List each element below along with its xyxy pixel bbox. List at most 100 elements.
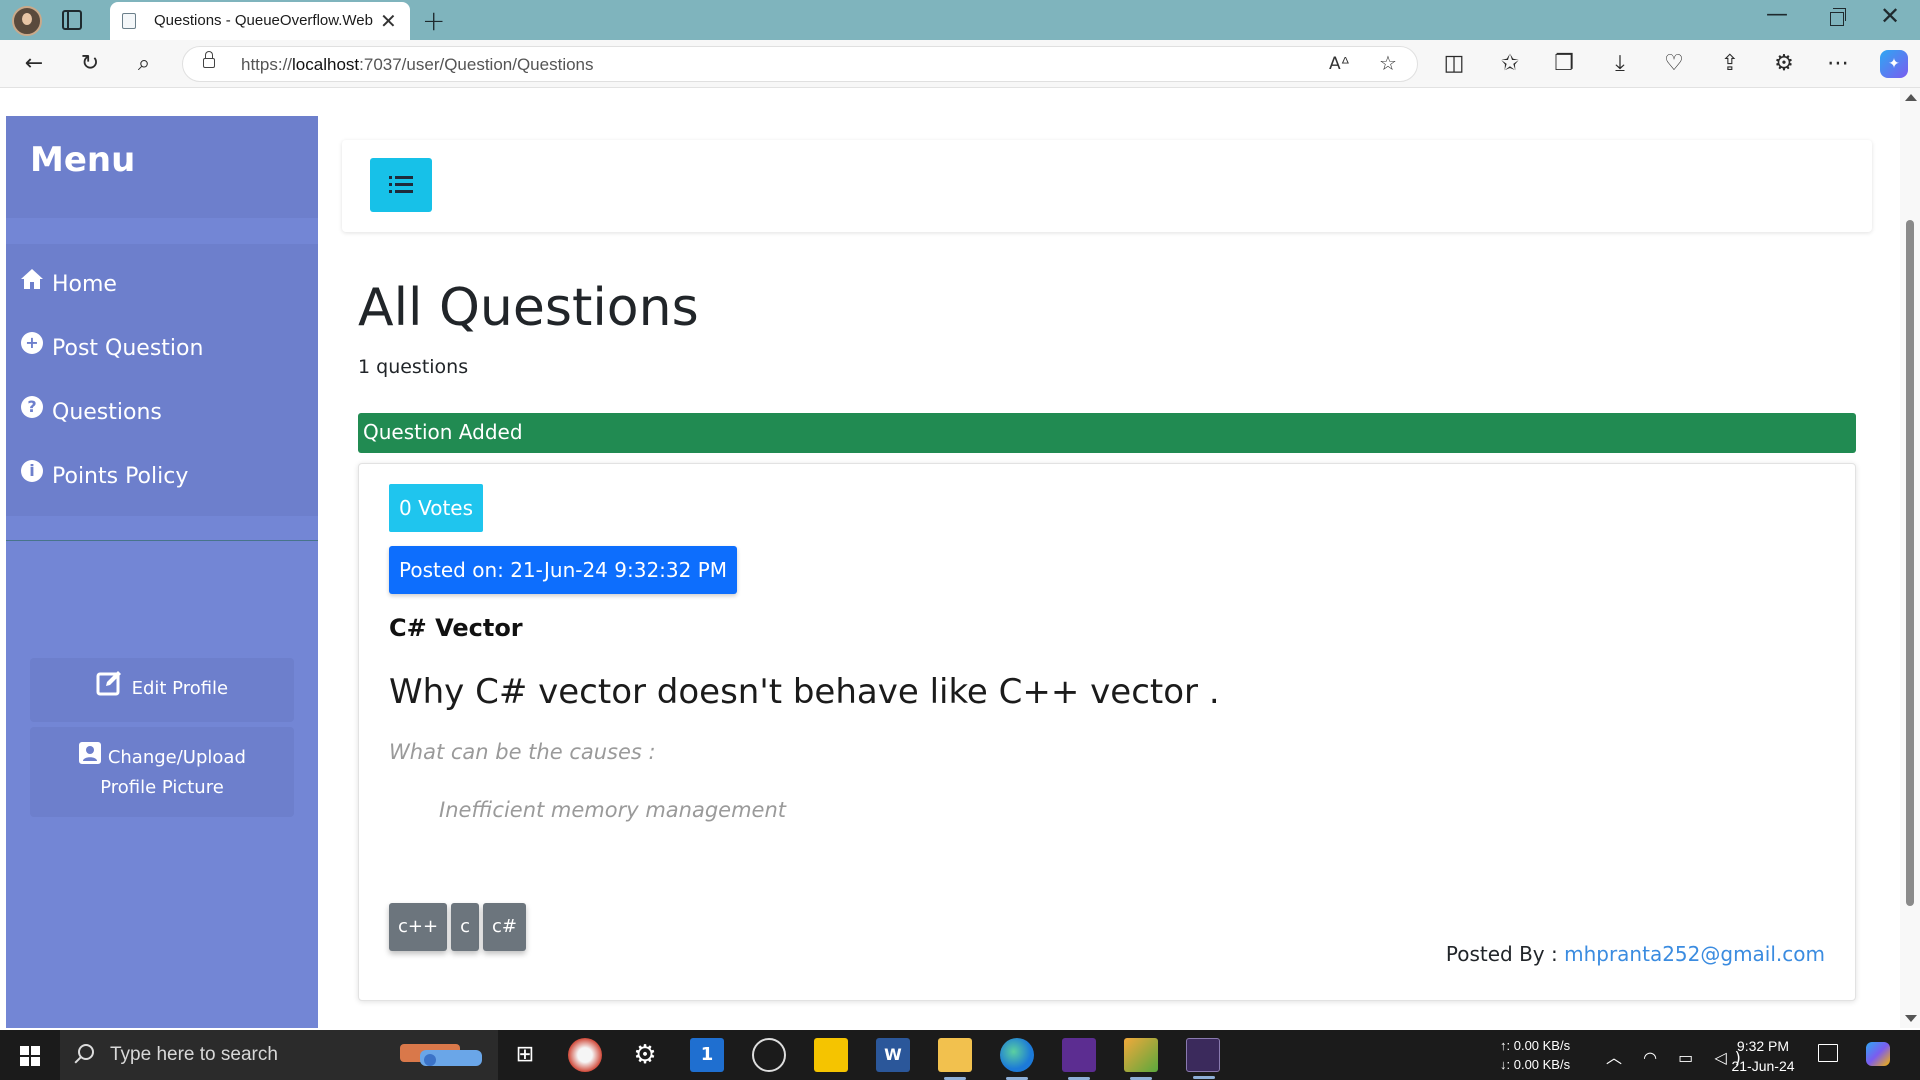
copilot-taskbar-icon[interactable] (1866, 1042, 1890, 1066)
sticky-notes-app-icon[interactable] (814, 1038, 848, 1072)
browser-toolbar: ← ↻ ⌕ https://localhost:7037/user/Questi… (0, 40, 1920, 88)
network-speed-meter: ↑: 0.00 KB/s ↓: 0.00 KB/s (1500, 1036, 1570, 1074)
tag-list: c++ c c# (389, 903, 526, 951)
sidebar-nav: Home + Post Question ? Questions i Point… (6, 244, 318, 516)
sidebar-item-questions[interactable]: ? Questions (6, 380, 318, 444)
browser-tab[interactable]: Questions - QueueOverflow.Web ✕ (110, 2, 410, 40)
collections-icon[interactable]: ❐ (1550, 50, 1578, 78)
posted-on-badge: Posted on: 21-Jun-24 9:32:32 PM (389, 546, 738, 594)
paint-app-icon[interactable] (568, 1038, 602, 1072)
refresh-icon[interactable]: ↻ (76, 50, 104, 78)
downloads-icon[interactable]: ⤓ (1606, 50, 1634, 78)
id-card-icon (78, 741, 102, 774)
read-aloud-icon[interactable]: Aᐞ (1329, 54, 1350, 74)
page-viewport: Menu Home + Post Question ? Questions i … (0, 88, 1920, 1028)
tab-close-icon[interactable]: ✕ (380, 9, 397, 33)
settings-gear-icon[interactable]: ⚙ (628, 1038, 662, 1072)
scroll-down-arrow-icon[interactable] (1905, 1015, 1917, 1022)
taskbar-search-box[interactable]: Type here to search (60, 1030, 498, 1080)
posted-by: Posted By : mhpranta252@gmail.com (1446, 942, 1825, 966)
share-icon[interactable]: ⇪ (1716, 50, 1744, 78)
taskbar-search-icon (78, 1044, 94, 1060)
votes-badge: 0 Votes (389, 484, 484, 532)
task-view-icon[interactable]: ⊞ (508, 1038, 542, 1072)
scrollbar-thumb[interactable] (1906, 220, 1914, 906)
top-navbar (342, 140, 1872, 232)
browser-titlebar: Questions - QueueOverflow.Web ✕ + — ✕ (0, 0, 1920, 40)
sidebar-item-post-question[interactable]: + Post Question (6, 316, 318, 380)
edge-browser-app-icon[interactable] (1000, 1038, 1034, 1080)
search-icon[interactable]: ⌕ (130, 50, 158, 78)
page-scrollbar[interactable] (1900, 88, 1920, 1028)
windows-start-icon[interactable] (20, 1046, 40, 1066)
change-picture-label-line2: Profile Picture (100, 777, 224, 798)
sidebar-item-label: Home (52, 271, 117, 297)
window-restore-icon[interactable] (1830, 8, 1846, 26)
lock-icon[interactable] (203, 51, 215, 68)
posted-by-label: Posted By : (1445, 942, 1565, 966)
terminal-app-icon[interactable] (1186, 1038, 1220, 1079)
question-count: 1 questions (358, 356, 469, 378)
split-screen-icon[interactable]: ◫ (1440, 50, 1468, 78)
download-speed: ↓: 0.00 KB/s (1500, 1057, 1571, 1072)
edit-profile-button[interactable]: Edit Profile (30, 658, 294, 722)
window-close-icon[interactable]: ✕ (1880, 2, 1900, 30)
tag-csharp[interactable]: c# (482, 903, 526, 951)
clock-date: 21-Jun-24 (1731, 1058, 1795, 1074)
sidebar-header: Menu (6, 116, 318, 218)
profile-avatar[interactable] (12, 6, 42, 36)
info-circle-icon: i (20, 459, 44, 483)
notification-center-icon[interactable] (1818, 1044, 1838, 1062)
question-card: 0 Votes Posted on: 21-Jun-24 9:32:32 PM … (358, 463, 1856, 1001)
sidebar-title: Menu (30, 140, 136, 180)
visual-studio-app-icon[interactable] (1062, 1038, 1096, 1080)
upload-speed: ↑: 0.00 KB/s (1500, 1038, 1571, 1053)
extensions-icon[interactable]: ⚙ (1770, 50, 1798, 78)
window-minimize-icon[interactable]: — (1766, 2, 1788, 27)
sidebar-item-label: Points Policy (52, 463, 189, 489)
page-title: All Questions (358, 278, 699, 338)
taskbar-clock[interactable]: 9:32 PM 21-Jun-24 (1728, 1036, 1798, 1076)
edit-icon (96, 668, 124, 701)
tab-title: Questions - QueueOverflow.Web (154, 12, 373, 29)
question-body-text: What can be the causes : (389, 740, 656, 764)
change-profile-picture-button[interactable]: Change/Upload Profile Picture (30, 727, 294, 817)
scroll-up-arrow-icon[interactable] (1905, 94, 1917, 101)
posted-by-email-link[interactable]: mhpranta252@gmail.com (1564, 942, 1825, 966)
edit-profile-label: Edit Profile (131, 678, 229, 699)
favorite-star-icon[interactable]: ☆ (1379, 51, 1397, 75)
new-tab-icon[interactable]: + (422, 4, 445, 37)
word-app-icon[interactable]: W (876, 1038, 910, 1072)
sidebar-divider (6, 540, 318, 541)
sidebar-toggle-button[interactable] (370, 158, 432, 212)
browser-essentials-icon[interactable]: ♡ (1660, 50, 1688, 78)
obs-app-icon[interactable] (752, 1038, 786, 1072)
windows-taskbar: Type here to search ⊞ ⚙ 1 W ↑: 0.00 KB/s… (0, 1030, 1920, 1080)
tag-cpp[interactable]: c++ (389, 903, 448, 951)
home-icon (20, 267, 44, 291)
back-icon[interactable]: ← (20, 50, 48, 78)
more-options-icon[interactable]: ⋯ (1824, 50, 1852, 78)
question-circle-icon: ? (20, 395, 44, 419)
favorites-icon[interactable]: ✩ (1496, 50, 1524, 78)
url-text[interactable]: https://localhost:7037/user/Question/Que… (241, 55, 594, 75)
sidebar-item-label: Post Question (52, 335, 204, 361)
copilot-icon[interactable]: ✦ (1880, 50, 1908, 78)
page-favicon-icon (122, 13, 136, 29)
tag-c[interactable]: c (451, 903, 479, 951)
question-title[interactable]: C# Vector (389, 614, 523, 642)
plus-circle-icon: + (20, 331, 44, 355)
tab-actions-icon[interactable] (62, 10, 82, 30)
taskbar-search-placeholder: Type here to search (110, 1044, 278, 1065)
dev-tool-app-icon[interactable] (1124, 1038, 1158, 1080)
address-bar[interactable]: https://localhost:7037/user/Question/Que… (182, 46, 1418, 82)
file-explorer-app-icon[interactable] (938, 1038, 972, 1080)
question-body-list-item: Inefficient memory management (439, 798, 787, 822)
list-icon (389, 175, 413, 195)
sidebar-item-home[interactable]: Home (6, 252, 318, 316)
change-picture-label-line1: Change/Upload (107, 747, 246, 768)
success-alert: Question Added (358, 413, 1856, 453)
search-highlight-icon (400, 1044, 482, 1066)
calendar-app-icon[interactable]: 1 (690, 1038, 724, 1072)
sidebar-item-points-policy[interactable]: i Points Policy (6, 444, 318, 508)
